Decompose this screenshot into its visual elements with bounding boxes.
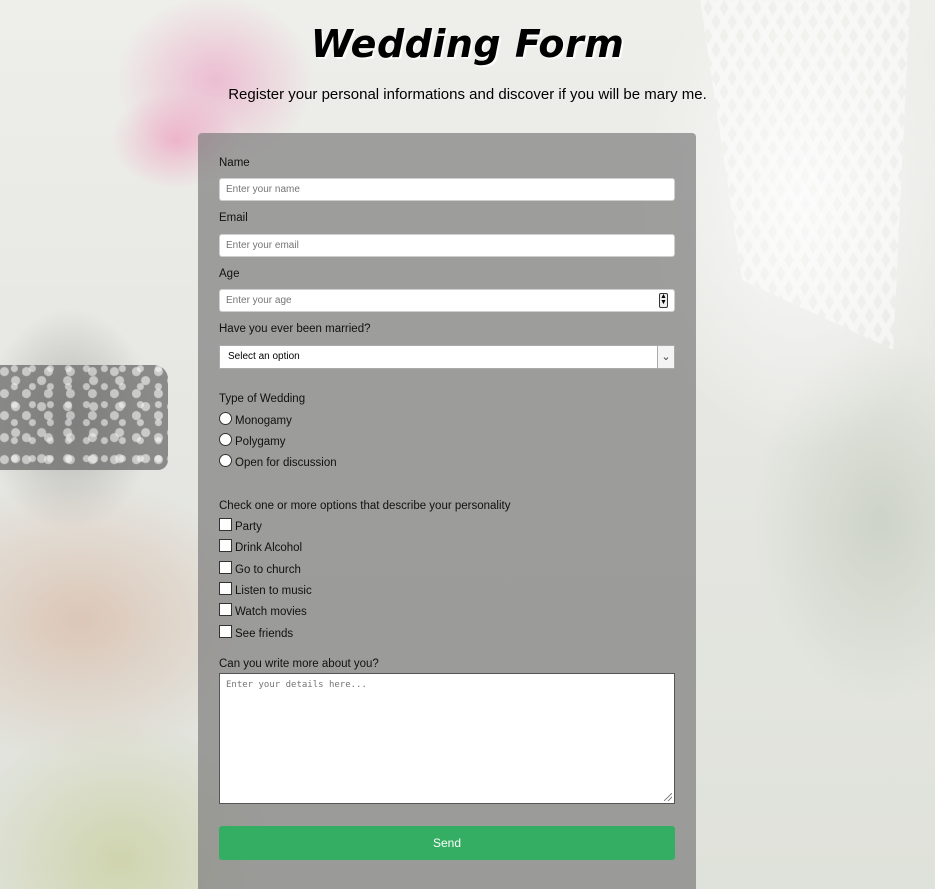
radio-button[interactable] (219, 433, 232, 446)
page-title: Wedding Form (310, 22, 625, 66)
number-spinner-icon[interactable]: ▲ ▼ (659, 293, 668, 308)
radio-button[interactable] (219, 454, 232, 467)
checkbox[interactable] (219, 582, 232, 595)
radio-label: Polygamy (235, 436, 286, 448)
page: Wedding Form Register your personal info… (0, 0, 935, 889)
checkbox-label: Watch movies (235, 606, 307, 618)
name-label: Name (219, 157, 250, 169)
age-label: Age (219, 268, 240, 280)
married-label: Have you ever been married? (219, 323, 371, 335)
radio-label: Open for discussion (235, 457, 337, 469)
age-input[interactable]: Enter your age ▲ ▼ (219, 289, 675, 312)
chevron-down-icon[interactable]: ⌄ (657, 346, 674, 368)
checkbox-label: Listen to music (235, 585, 312, 597)
email-input[interactable]: Enter your email (219, 234, 675, 257)
checkbox[interactable] (219, 625, 232, 638)
checkbox[interactable] (219, 539, 232, 552)
personality-label: Check one or more options that describe … (219, 500, 511, 512)
email-label: Email (219, 212, 248, 224)
about-textarea[interactable]: Enter your details here... (219, 673, 675, 804)
checkbox[interactable] (219, 603, 232, 616)
checkbox-label: Drink Alcohol (235, 542, 303, 554)
checkbox-label: Party (235, 521, 262, 533)
background-sleeve-detail (0, 365, 168, 470)
page-subtitle: Register your personal informations and … (228, 86, 707, 103)
wedding-form: Name Enter your name Email Enter your em… (198, 133, 696, 889)
radio-label: Monogamy (235, 415, 292, 427)
checkbox-label: See friends (235, 628, 294, 640)
checkbox[interactable] (219, 561, 232, 574)
send-button[interactable]: Send (219, 826, 675, 860)
wedding-type-label: Type of Wedding (219, 393, 306, 405)
married-selected-value: Select an option (228, 351, 300, 362)
name-input[interactable]: Enter your name (219, 178, 675, 201)
resize-grip-icon[interactable] (664, 793, 672, 801)
checkbox-label: Go to church (235, 564, 301, 576)
about-label: Can you write more about you? (219, 658, 379, 670)
married-select[interactable]: Select an option ⌄ (219, 345, 675, 369)
about-placeholder: Enter your details here... (226, 680, 367, 690)
checkbox[interactable] (219, 518, 232, 531)
age-placeholder: Enter your age (226, 295, 292, 306)
radio-button[interactable] (219, 412, 232, 425)
